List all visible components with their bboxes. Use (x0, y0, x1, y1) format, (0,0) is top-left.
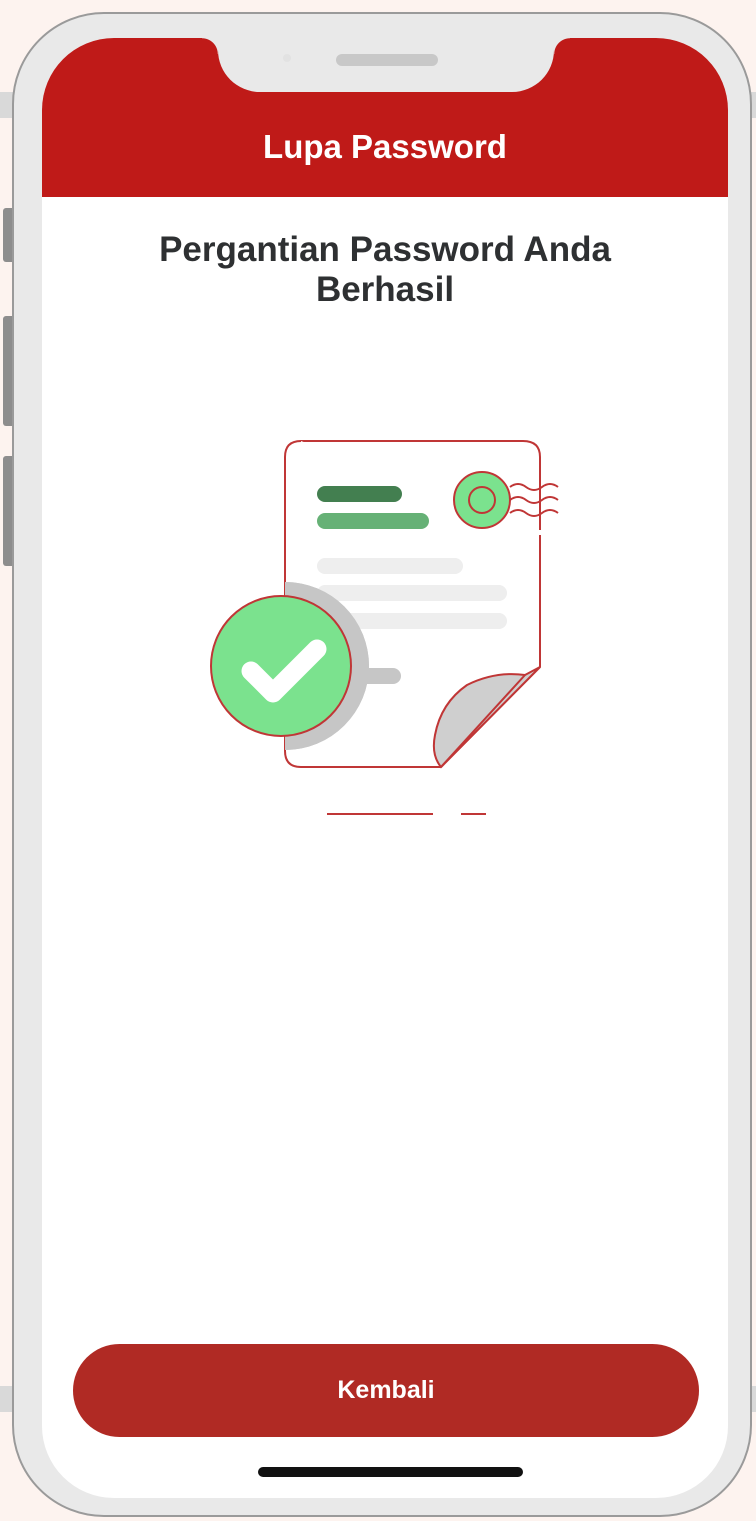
document-success-icon (210, 440, 559, 815)
success-heading-line-2: Berhasil (315, 270, 455, 309)
success-heading-line-1: Pergantian Password Anda (159, 230, 611, 269)
success-heading: Pergantian Password Anda Berhasil (42, 230, 728, 310)
device-stage: Lupa Password Pergantian Password Anda B… (0, 0, 756, 1521)
page-title: Lupa Password (263, 128, 507, 165)
back-button[interactable]: Kembali (73, 1344, 699, 1437)
earpiece-speaker (336, 54, 438, 66)
home-indicator[interactable] (258, 1467, 523, 1477)
front-camera (283, 54, 291, 62)
